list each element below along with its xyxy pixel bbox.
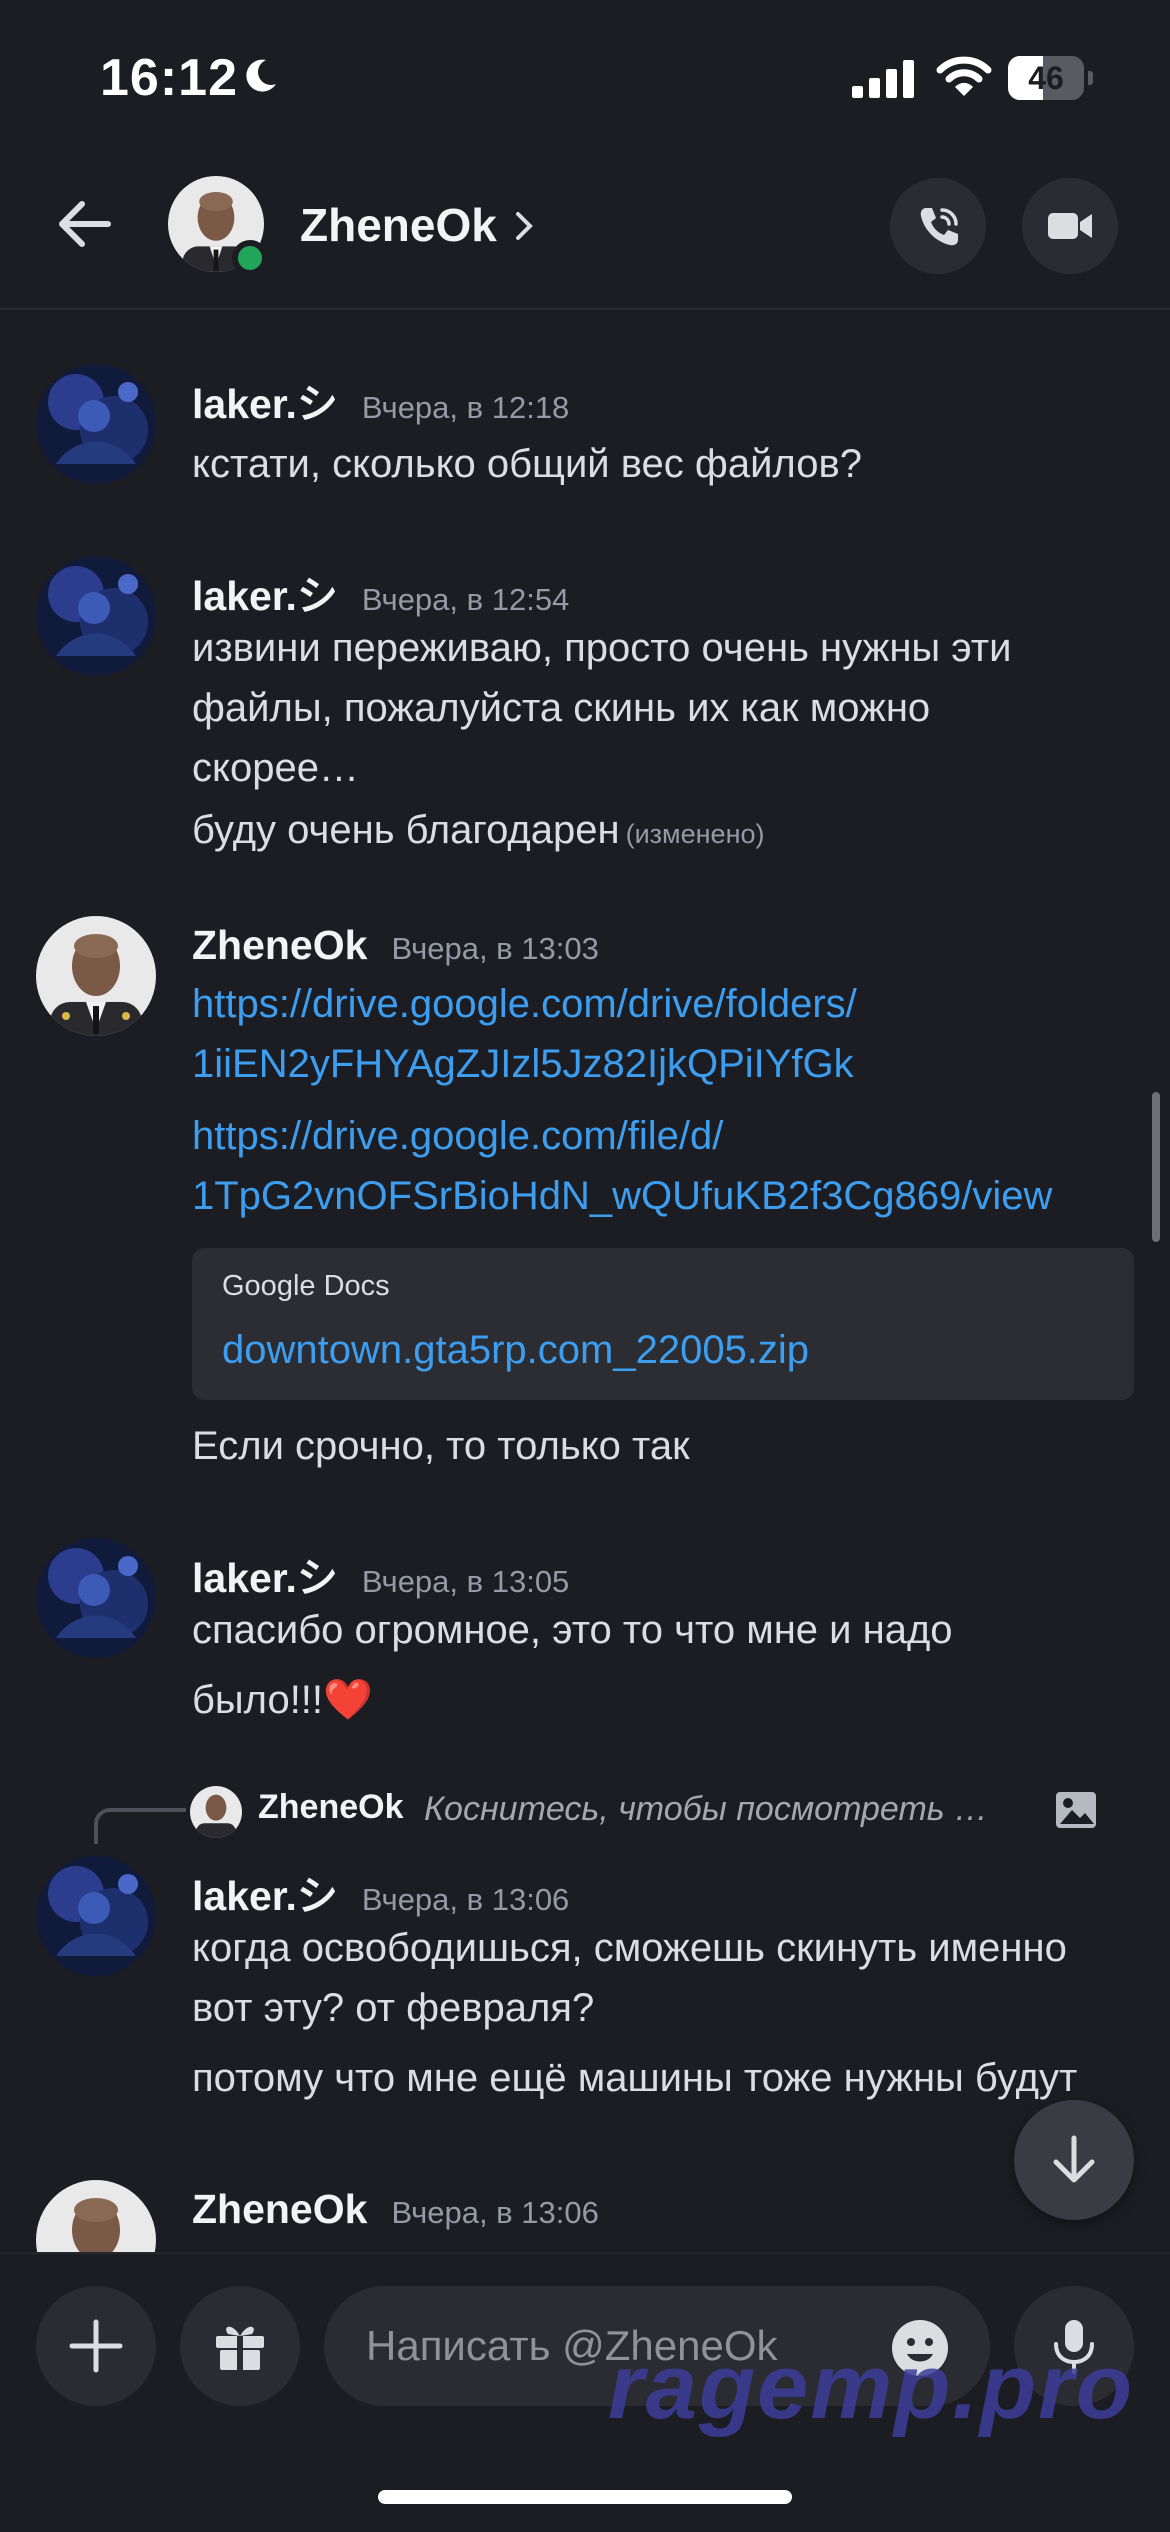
reply-spine	[94, 1808, 186, 1844]
moon-icon	[246, 59, 276, 92]
message-text: кстати, сколько общий вес файлов?	[192, 442, 862, 486]
avatar[interactable]	[36, 556, 156, 676]
message-timestamp: Вчера, в 12:18	[361, 390, 570, 425]
reply-preview[interactable]: Коснитесь, чтобы посмотреть …	[424, 1790, 988, 1829]
gift-button[interactable]	[180, 2286, 300, 2406]
chevron-right-icon[interactable]	[512, 208, 538, 244]
status-bar: 16:12 46	[0, 0, 1170, 150]
link-embed[interactable]: Google Docs downtown.gta5rp.com_22005.zi…	[192, 1248, 1134, 1400]
message-text: скорее…	[192, 746, 359, 790]
signal-icon	[852, 60, 914, 98]
message-text-part: буду очень благодарен	[192, 808, 620, 852]
avatar[interactable]	[36, 1856, 156, 1976]
plus-icon	[69, 2319, 123, 2373]
author-name[interactable]: laker.シ	[192, 1555, 338, 1601]
edited-label: (изменено)	[625, 819, 765, 849]
chat-header: ZheneOk	[0, 150, 1170, 310]
message-timestamp: Вчера, в 12:54	[361, 582, 570, 617]
message-timestamp: Вчера, в 13:06	[391, 2195, 599, 2230]
message-timestamp: Вчера, в 13:06	[361, 1882, 570, 1917]
drive-link[interactable]: 1iiEN2yFHYAgZJIzl5Jz82IjkQPiIYfGk	[192, 1042, 854, 1087]
gift-icon	[216, 2326, 264, 2370]
call-icon	[920, 208, 958, 246]
message-timestamp: Вчера, в 13:05	[361, 1564, 570, 1599]
battery-indicator: 46	[1008, 56, 1093, 100]
scroll-to-bottom-button[interactable]	[1014, 2100, 1134, 2220]
reply-avatar	[190, 1786, 242, 1838]
status-time: 16:12	[100, 49, 238, 107]
call-button[interactable]	[890, 178, 986, 274]
author-name[interactable]: laker.シ	[192, 1873, 338, 1919]
heart-emoji: ❤️	[323, 1678, 373, 1722]
message-text: извини переживаю, просто очень нужны эти	[192, 626, 1012, 670]
message-text: когда освободишься, сможешь скинуть имен…	[192, 1926, 1067, 1970]
home-indicator[interactable]	[378, 2490, 792, 2504]
video-call-button[interactable]	[1022, 178, 1118, 274]
message-text: файлы, пожалуйста скинь их как можно	[192, 686, 931, 730]
message-list[interactable]: laker.シ Вчера, в 12:18 кстати, сколько об…	[0, 312, 1170, 2252]
arrow-down-icon	[1053, 2135, 1095, 2183]
add-attachment-button[interactable]	[36, 2286, 156, 2406]
author-name[interactable]: ZheneOk	[192, 2186, 367, 2232]
back-arrow-icon[interactable]	[52, 192, 116, 256]
avatar[interactable]	[36, 2180, 156, 2252]
video-icon	[1048, 213, 1092, 239]
message-text: Если срочно, то только так	[192, 1424, 690, 1468]
message-text: потому что мне ещё машины тоже нужны буд…	[192, 2056, 1078, 2100]
author-name[interactable]: ZheneOk	[192, 922, 367, 968]
avatar[interactable]	[36, 364, 156, 484]
drive-link[interactable]: https://drive.google.com/drive/folders/	[192, 982, 857, 1027]
message-text: спасибо огромное, это то что мне и надо	[192, 1608, 953, 1652]
message-text: вот эту? от февраля?	[192, 1986, 595, 2030]
message-text: было!!!❤️	[192, 1676, 373, 1723]
embed-title-link[interactable]: downtown.gta5rp.com_22005.zip	[222, 1328, 809, 1373]
avatar[interactable]	[36, 916, 156, 1036]
battery-percent: 46	[1028, 60, 1064, 96]
message-text-part: было!!!	[192, 1678, 324, 1722]
avatar[interactable]	[36, 1538, 156, 1658]
watermark: ragemp.pro	[608, 2336, 1135, 2438]
reply-author[interactable]: ZheneOk	[258, 1788, 403, 1827]
author-name[interactable]: laker.シ	[192, 573, 338, 619]
message-text: буду очень благодарен (изменено)	[192, 808, 765, 853]
drive-link[interactable]: https://drive.google.com/file/d/	[192, 1114, 723, 1159]
author-name[interactable]: laker.シ	[192, 381, 338, 427]
message-timestamp: Вчера, в 13:03	[391, 931, 599, 966]
online-status-dot	[232, 240, 268, 276]
chat-screen: 16:12 46 ZheneOk laker.シ Вчера, в 12:18 …	[0, 0, 1170, 2532]
scrollbar[interactable]	[1152, 1092, 1160, 1242]
drive-link[interactable]: 1TpG2vnOFSrBioHdN_wQUfuKB2f3Cg869/view	[192, 1174, 1052, 1219]
reply-reference[interactable]: ZheneOk Коснитесь, чтобы посмотреть …	[0, 1774, 1170, 1844]
wifi-icon	[936, 56, 992, 96]
contact-name[interactable]: ZheneOk	[300, 198, 497, 252]
image-icon	[1056, 1792, 1096, 1828]
embed-provider: Google Docs	[222, 1270, 390, 1302]
